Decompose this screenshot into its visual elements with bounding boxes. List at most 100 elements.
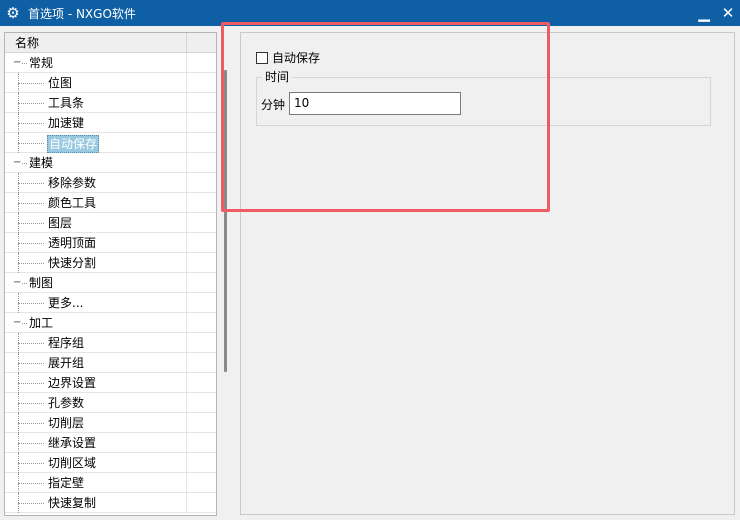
tree-item[interactable]: 边界设置 [5, 373, 216, 393]
tree-item[interactable]: 更多... [5, 293, 216, 313]
tree-item[interactable]: 展开组 [5, 353, 216, 373]
autosave-checkbox[interactable] [256, 51, 268, 64]
tree-cell-name: 切削区域 [5, 453, 187, 473]
tree-cell-value [187, 273, 216, 293]
tree-item-label: 工具条 [48, 96, 85, 110]
tree-cell-name: 快速复制 [5, 493, 187, 513]
tree-cell-name: 颜色工具 [5, 193, 187, 213]
tree-category[interactable]: − 制图 [5, 273, 216, 293]
tree-item-label: 颜色工具 [48, 196, 97, 210]
tree-cell-value [187, 93, 216, 113]
tree-cell-name: − 常规 [5, 53, 187, 73]
autosave-option[interactable]: 自动保存 [256, 49, 320, 66]
tree-item[interactable]: 程序组 [5, 333, 216, 353]
tree-item-label: 加速键 [48, 116, 85, 130]
gear-icon: ⚙ [6, 4, 20, 22]
tree-item[interactable]: 加速键 [5, 113, 216, 133]
tree-cell-name: 自动保存 [5, 133, 187, 153]
tree-item-label: 继承设置 [48, 436, 97, 450]
minute-input[interactable]: 10 [289, 92, 461, 115]
tree-category[interactable]: − 常规 [5, 53, 216, 73]
title-bar: ⚙ 首选项 - NXGO软件 ▁ ✕ [0, 0, 740, 26]
collapse-icon[interactable]: − [13, 58, 22, 68]
tree-cell-name: 位图 [5, 73, 187, 93]
tree-item[interactable]: 透明顶面 [5, 233, 216, 253]
minimize-icon[interactable]: ▁ [692, 0, 716, 26]
tree-item[interactable]: 自动保存 [5, 133, 216, 153]
tree-cell-value [187, 453, 216, 473]
tree-cell-name: − 加工 [5, 313, 187, 333]
tree-cell-value [187, 73, 216, 93]
tree-cell-value [187, 153, 216, 173]
settings-panel: 自动保存 时间 分钟 10 [240, 32, 735, 515]
tree-item[interactable]: 继承设置 [5, 433, 216, 453]
time-group: 时间 分钟 10 [256, 69, 711, 126]
window-title: 首选项 - NXGO软件 [28, 6, 136, 21]
tree-item[interactable]: 快速分割 [5, 253, 216, 273]
tree-cell-name: 移除参数 [5, 173, 187, 193]
tree-item-label: 图层 [48, 216, 73, 230]
tree-item[interactable]: 图层 [5, 213, 216, 233]
tree-item-label: 快速复制 [48, 496, 97, 510]
tree-item[interactable]: 快速复制 [5, 493, 216, 513]
tree-category[interactable]: − 建模 [5, 153, 216, 173]
tree-cell-value [187, 353, 216, 373]
tree-item-label: 位图 [48, 76, 73, 90]
tree-cell-value [187, 173, 216, 193]
tree-cell-value [187, 293, 216, 313]
tree-item-label: 程序组 [48, 336, 85, 350]
tree-cell-name: 透明顶面 [5, 233, 187, 253]
tree-cell-name: − 制图 [5, 273, 187, 293]
tree-cell-value [187, 53, 216, 73]
tree-item-label: 加工 [29, 316, 54, 330]
preferences-window: ⚙ 首选项 - NXGO软件 ▁ ✕ 名称 − 常规 位图 工具条 加速键 自动保存 − 建模… [0, 0, 740, 520]
tree-item[interactable]: 切削层 [5, 413, 216, 433]
tree-cell-value [187, 373, 216, 393]
tree-item-label: 指定壁 [48, 476, 85, 490]
time-group-label: 时间 [262, 69, 293, 85]
tree-cell-value [187, 213, 216, 233]
collapse-icon[interactable]: − [13, 278, 22, 288]
tree-item-label: 更多... [48, 296, 84, 310]
tree-cell-value [187, 413, 216, 433]
tree-cell-name: 继承设置 [5, 433, 187, 453]
tree-cell-value [187, 393, 216, 413]
tree-cell-value [187, 233, 216, 253]
tree-item-label: 快速分割 [48, 256, 97, 270]
tree-cell-name: 快速分割 [5, 253, 187, 273]
tree-item[interactable]: 位图 [5, 73, 216, 93]
tree-cell-name: 更多... [5, 293, 187, 313]
tree-item-label: 切削层 [48, 416, 85, 430]
minute-label: 分钟 [261, 98, 286, 112]
tree-cell-value [187, 253, 216, 273]
tree-item[interactable]: 指定壁 [5, 473, 216, 493]
close-icon[interactable]: ✕ [716, 0, 740, 26]
tree-cell-value [187, 113, 216, 133]
tree-item[interactable]: 工具条 [5, 93, 216, 113]
tree-item[interactable]: 孔参数 [5, 393, 216, 413]
tree-item-label: 透明顶面 [48, 236, 97, 250]
collapse-icon[interactable]: − [13, 158, 22, 168]
tree-item[interactable]: 切削区域 [5, 453, 216, 473]
tree-item-label: 自动保存 [47, 135, 100, 153]
panel-splitter[interactable] [224, 70, 227, 372]
tree-item-label: 制图 [29, 276, 54, 290]
tree-cell-name: − 建模 [5, 153, 187, 173]
tree-cell-value [187, 313, 216, 333]
tree-header: 名称 [5, 33, 216, 53]
autosave-label[interactable]: 自动保存 [272, 49, 320, 66]
tree-item-label: 移除参数 [48, 176, 97, 190]
tree-cell-name: 指定壁 [5, 473, 187, 493]
tree-item[interactable]: 移除参数 [5, 173, 216, 193]
tree-category[interactable]: − 加工 [5, 313, 216, 333]
tree-cell-name: 程序组 [5, 333, 187, 353]
tree-item[interactable]: 颜色工具 [5, 193, 216, 213]
name-column-header[interactable]: 名称 [5, 33, 187, 53]
tree-cell-name: 图层 [5, 213, 187, 233]
tree-cell-value [187, 333, 216, 353]
collapse-icon[interactable]: − [13, 318, 22, 328]
tree-item-label: 建模 [29, 156, 54, 170]
tree-cell-name: 边界设置 [5, 373, 187, 393]
preferences-tree: 名称 − 常规 位图 工具条 加速键 自动保存 − 建模 移除参数 颜色工具 图层 透明顶面 快速分割 −… [4, 32, 217, 516]
tree-cell-name: 孔参数 [5, 393, 187, 413]
